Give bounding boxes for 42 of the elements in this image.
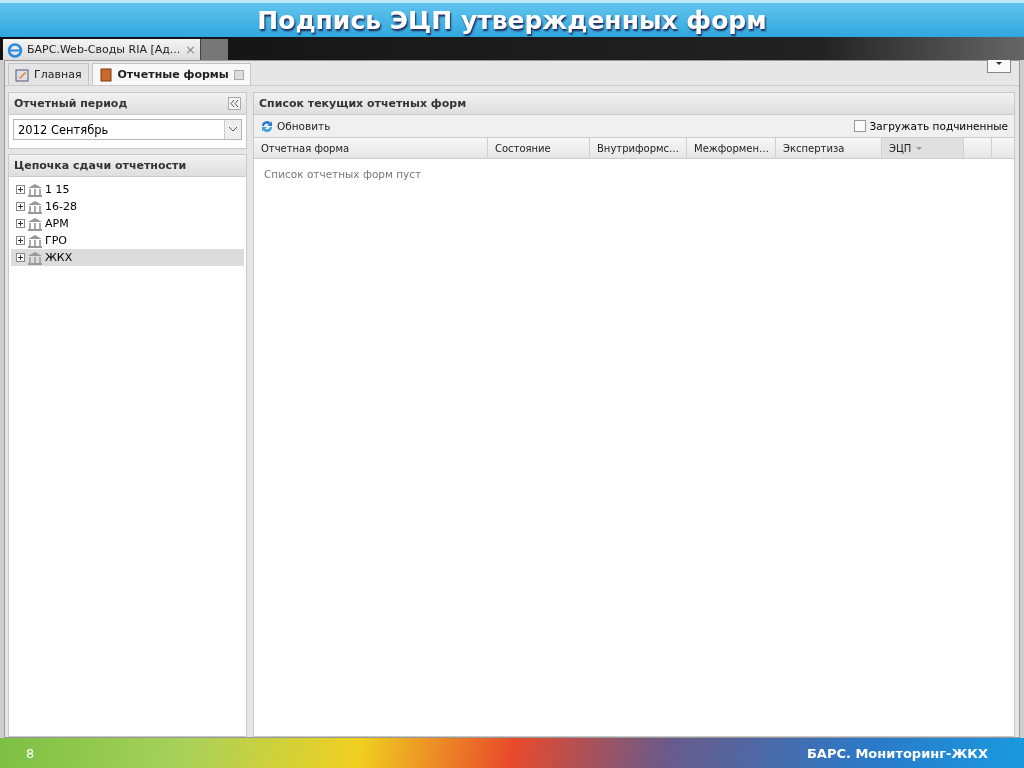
panel-title: Цепочка сдачи отчетности: [14, 159, 187, 172]
expand-icon[interactable]: [16, 185, 25, 194]
column-header[interactable]: Состояние: [488, 138, 590, 158]
building-icon: [27, 250, 43, 265]
browser-icon: [7, 41, 23, 58]
slide-title: Подпись ЭЦП утвержденных форм: [257, 5, 767, 35]
menu-button[interactable]: [987, 60, 1011, 73]
refresh-icon: [260, 119, 274, 133]
page-number: 8: [26, 745, 35, 761]
building-icon: [27, 233, 43, 248]
building-icon: [27, 182, 43, 197]
browser-tab[interactable]: БАРС.Web-Своды RIA [Ад... ×: [3, 39, 200, 60]
tree-item[interactable]: 16-28: [11, 198, 244, 215]
sort-icon: [915, 145, 924, 151]
edit-icon: [15, 67, 29, 82]
tab-title: БАРС.Web-Своды RIA [Ад...: [27, 43, 181, 56]
expand-icon[interactable]: [16, 202, 25, 211]
footer-brand: БАРС. Мониторинг-ЖКХ: [806, 745, 988, 761]
expand-icon[interactable]: [16, 253, 25, 262]
app-tab[interactable]: Главная: [8, 63, 89, 85]
building-icon: [27, 199, 43, 214]
refresh-button[interactable]: Обновить: [260, 119, 331, 133]
load-subordinate-checkbox[interactable]: Загружать подчиненные: [853, 120, 1008, 132]
tree-item[interactable]: ГРО: [11, 232, 244, 249]
tree-item[interactable]: 1 15: [11, 181, 244, 198]
panel-title: Отчетный период: [14, 97, 128, 110]
period-select[interactable]: 2012 Сентябрь: [13, 119, 242, 140]
column-header[interactable]: Отчетная форма: [254, 138, 488, 158]
column-header[interactable]: ЭЦП: [882, 138, 964, 158]
empty-message: Список отчетных форм пуст: [263, 167, 423, 182]
app-tab[interactable]: Отчетные формы: [91, 63, 251, 85]
building-icon: [27, 216, 43, 231]
expand-icon[interactable]: [16, 236, 25, 245]
column-header[interactable]: Межформен…: [687, 138, 776, 158]
tree-item[interactable]: АРМ: [11, 215, 244, 232]
tree-item[interactable]: ЖКХ: [11, 249, 244, 266]
book-icon: [98, 67, 113, 82]
collapse-icon[interactable]: [228, 97, 241, 110]
caret-icon: [229, 127, 237, 132]
column-header[interactable]: Внутриформс…: [590, 138, 687, 158]
panel-title: Список текущих отчетных форм: [259, 97, 467, 110]
expand-icon[interactable]: [16, 219, 25, 228]
